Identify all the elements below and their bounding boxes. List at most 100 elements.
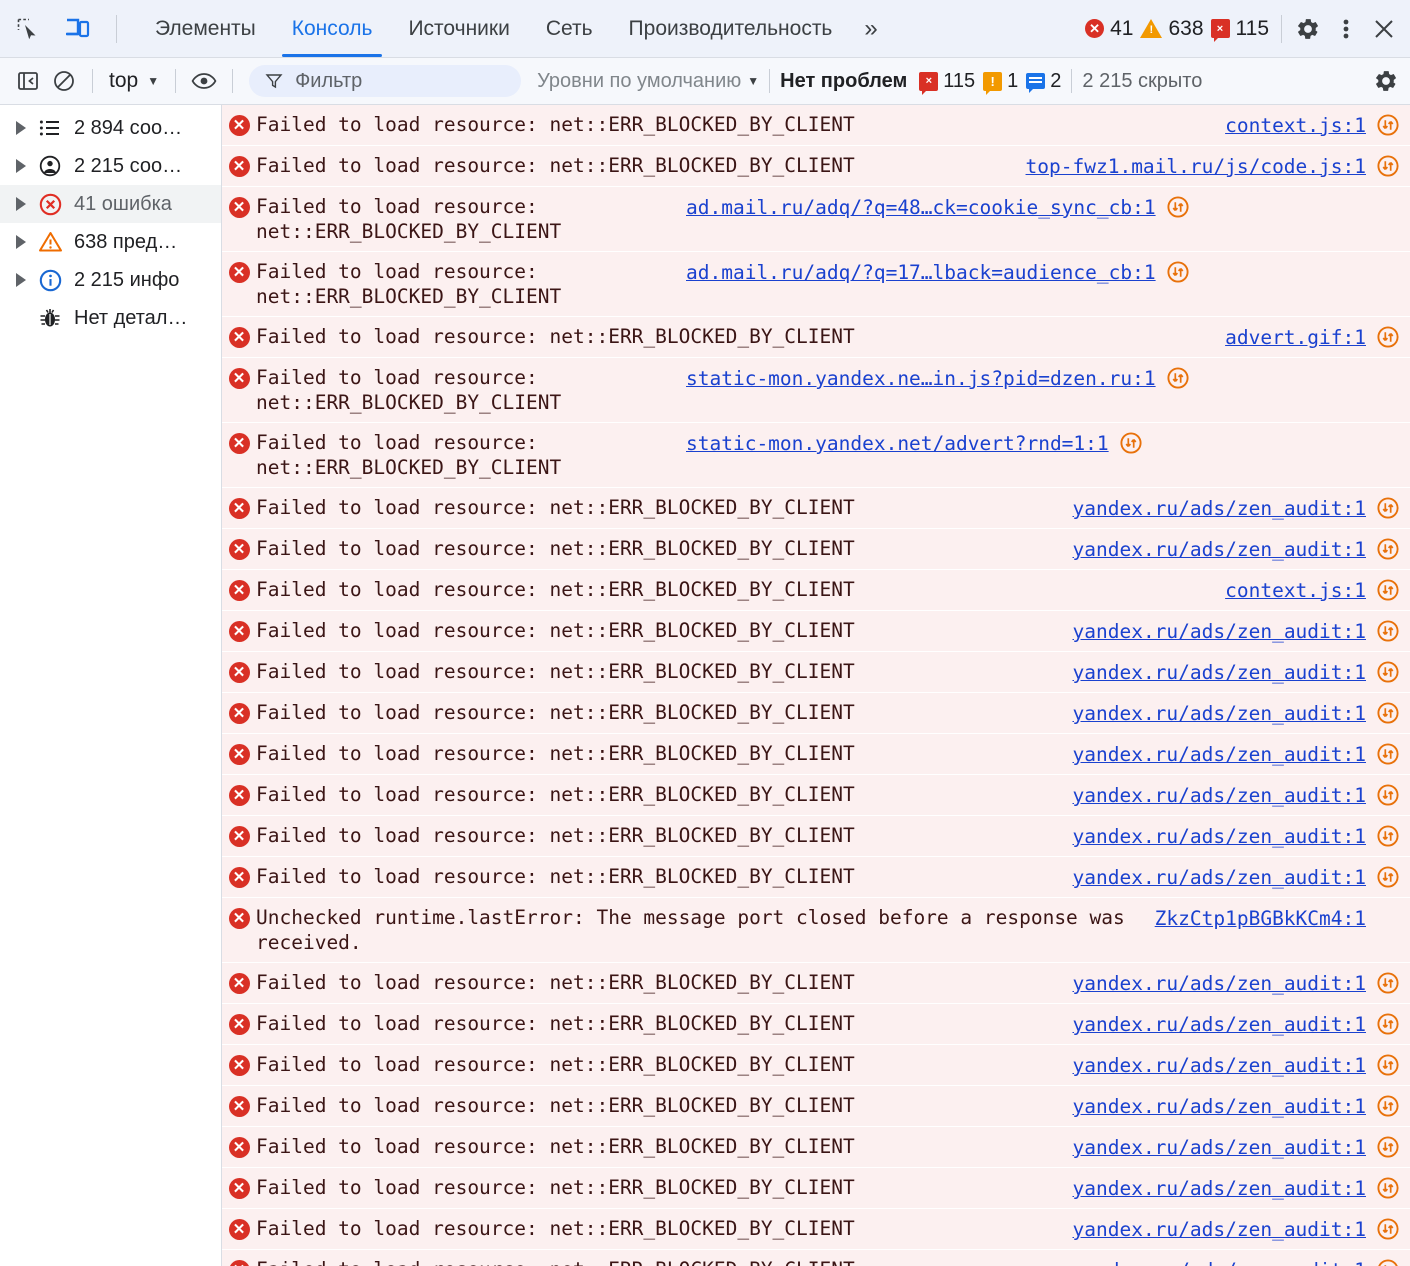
source-link[interactable]: static-mon.yandex.net/advert?rnd=1:1 — [686, 431, 1109, 456]
network-request-icon[interactable] — [1376, 496, 1400, 520]
network-request-icon[interactable] — [1166, 195, 1190, 219]
sidebar-item-verbose[interactable]: Нет детал… — [0, 299, 221, 337]
network-request-icon[interactable] — [1166, 260, 1190, 284]
expand-triangle-icon[interactable] — [16, 197, 26, 211]
console-message-row[interactable]: ✕Failed to load resource: net::ERR_BLOCK… — [222, 1250, 1410, 1266]
source-link[interactable]: yandex.ru/ads/zen_audit:1 — [1073, 1217, 1367, 1242]
log-levels-selector[interactable]: Уровни по умолчанию ▼ — [537, 70, 759, 93]
console-message-row[interactable]: ✕Failed to load resource: net::ERR_BLOCK… — [222, 1168, 1410, 1209]
source-link[interactable]: yandex.ru/ads/zen_audit:1 — [1073, 865, 1367, 890]
console-message-row[interactable]: ✕Failed to load resource: net::ERR_BLOCK… — [222, 1004, 1410, 1045]
console-message-row[interactable]: ✕Failed to load resource: net::ERR_BLOCK… — [222, 488, 1410, 529]
network-request-icon[interactable] — [1376, 154, 1400, 178]
source-link[interactable]: context.js:1 — [1225, 113, 1366, 138]
source-link[interactable]: yandex.ru/ads/zen_audit:1 — [1073, 660, 1367, 685]
sidebar-toggle-icon[interactable] — [10, 63, 46, 99]
console-message-row[interactable]: ✕Failed to load resource: net::ERR_BLOCK… — [222, 963, 1410, 1004]
expand-triangle-icon[interactable] — [16, 159, 26, 173]
source-link[interactable]: top-fwz1.mail.ru/js/code.js:1 — [1026, 154, 1366, 179]
source-link[interactable]: yandex.ru/ads/zen_audit:1 — [1073, 1012, 1367, 1037]
sidebar-item-all-messages[interactable]: 2 894 соо… — [0, 109, 221, 147]
network-request-icon[interactable] — [1376, 325, 1400, 349]
console-message-row[interactable]: ✕Failed to load resource: net::ERR_BLOCK… — [222, 358, 1410, 423]
source-link[interactable]: yandex.ru/ads/zen_audit:1 — [1073, 1258, 1367, 1266]
network-request-icon[interactable] — [1376, 906, 1400, 930]
tab-performance[interactable]: Производительность — [611, 0, 851, 57]
source-link[interactable]: yandex.ru/ads/zen_audit:1 — [1073, 1135, 1367, 1160]
error-counter[interactable]: ✕ 41 — [1085, 17, 1133, 41]
network-request-icon[interactable] — [1376, 1094, 1400, 1118]
tab-elements[interactable]: Элементы — [137, 0, 274, 57]
tab-sources[interactable]: Источники — [390, 0, 527, 57]
network-request-icon[interactable] — [1376, 537, 1400, 561]
console-message-list[interactable]: ✕Failed to load resource: net::ERR_BLOCK… — [222, 105, 1410, 1266]
console-message-row[interactable]: ✕Failed to load resource: net::ERR_BLOCK… — [222, 570, 1410, 611]
more-options-kebab-icon[interactable] — [1328, 11, 1364, 47]
network-request-icon[interactable] — [1376, 971, 1400, 995]
console-message-row[interactable]: ✕Unchecked runtime.lastError: The messag… — [222, 898, 1410, 963]
console-message-row[interactable]: ✕Failed to load resource: net::ERR_BLOCK… — [222, 1127, 1410, 1168]
network-request-icon[interactable] — [1376, 783, 1400, 807]
inspect-cursor-icon[interactable] — [10, 11, 46, 47]
source-link[interactable]: yandex.ru/ads/zen_audit:1 — [1073, 1176, 1367, 1201]
console-message-row[interactable]: ✕Failed to load resource: net::ERR_BLOCK… — [222, 1209, 1410, 1250]
source-link[interactable]: yandex.ru/ads/zen_audit:1 — [1073, 742, 1367, 767]
console-message-row[interactable]: ✕Failed to load resource: net::ERR_BLOCK… — [222, 423, 1410, 488]
network-request-icon[interactable] — [1376, 1258, 1400, 1266]
network-request-icon[interactable] — [1376, 1053, 1400, 1077]
console-message-row[interactable]: ✕Failed to load resource: net::ERR_BLOCK… — [222, 693, 1410, 734]
issues-error-count[interactable]: × 115 — [919, 70, 975, 93]
tab-console[interactable]: Консоль — [274, 0, 391, 57]
issues-status-label[interactable]: Нет проблем — [780, 70, 907, 93]
expand-triangle-icon[interactable] — [16, 121, 26, 135]
expand-triangle-icon[interactable] — [16, 273, 26, 287]
device-toolbar-icon[interactable] — [60, 11, 96, 47]
network-request-icon[interactable] — [1376, 742, 1400, 766]
console-message-row[interactable]: ✕Failed to load resource: net::ERR_BLOCK… — [222, 1045, 1410, 1086]
console-message-row[interactable]: ✕Failed to load resource: net::ERR_BLOCK… — [222, 652, 1410, 693]
source-link[interactable]: ad.mail.ru/adq/?q=48…ck=cookie_sync_cb:1 — [686, 195, 1156, 220]
source-link[interactable]: yandex.ru/ads/zen_audit:1 — [1073, 619, 1367, 644]
source-link[interactable]: yandex.ru/ads/zen_audit:1 — [1073, 1053, 1367, 1078]
gear-icon[interactable] — [1290, 11, 1326, 47]
console-message-row[interactable]: ✕Failed to load resource: net::ERR_BLOCK… — [222, 816, 1410, 857]
network-request-icon[interactable] — [1376, 113, 1400, 137]
issues-counter[interactable]: × 115 — [1211, 17, 1269, 41]
source-link[interactable]: yandex.ru/ads/zen_audit:1 — [1073, 824, 1367, 849]
issues-warning-count[interactable]: ! 1 — [983, 70, 1018, 93]
warning-counter[interactable]: 638 — [1140, 17, 1203, 41]
network-request-icon[interactable] — [1376, 578, 1400, 602]
sidebar-item-user-messages[interactable]: 2 215 соо… — [0, 147, 221, 185]
console-message-row[interactable]: ✕Failed to load resource: net::ERR_BLOCK… — [222, 317, 1410, 358]
network-request-icon[interactable] — [1376, 1135, 1400, 1159]
source-link[interactable]: yandex.ru/ads/zen_audit:1 — [1073, 783, 1367, 808]
network-request-icon[interactable] — [1376, 1176, 1400, 1200]
console-message-row[interactable]: ✕Failed to load resource: net::ERR_BLOCK… — [222, 252, 1410, 317]
live-expression-eye-icon[interactable] — [186, 63, 222, 99]
network-request-icon[interactable] — [1119, 431, 1143, 455]
expand-triangle-icon[interactable] — [16, 235, 26, 249]
filter-input[interactable]: Фильтр — [249, 65, 521, 97]
source-link[interactable]: yandex.ru/ads/zen_audit:1 — [1073, 1094, 1367, 1119]
console-settings-gear-icon[interactable] — [1368, 63, 1404, 99]
console-message-row[interactable]: ✕Failed to load resource: net::ERR_BLOCK… — [222, 734, 1410, 775]
source-link[interactable]: context.js:1 — [1225, 578, 1366, 603]
network-request-icon[interactable] — [1376, 701, 1400, 725]
source-link[interactable]: yandex.ru/ads/zen_audit:1 — [1073, 496, 1367, 521]
network-request-icon[interactable] — [1376, 824, 1400, 848]
source-link[interactable]: advert.gif:1 — [1225, 325, 1366, 350]
source-link[interactable]: static-mon.yandex.ne…in.js?pid=dzen.ru:1 — [686, 366, 1156, 391]
console-message-row[interactable]: ✕Failed to load resource: net::ERR_BLOCK… — [222, 611, 1410, 652]
sidebar-item-errors[interactable]: 41 ошибка — [0, 185, 221, 223]
issues-info-count[interactable]: 2 — [1026, 70, 1061, 93]
close-icon[interactable] — [1366, 11, 1402, 47]
console-message-row[interactable]: ✕Failed to load resource: net::ERR_BLOCK… — [222, 105, 1410, 146]
console-message-row[interactable]: ✕Failed to load resource: net::ERR_BLOCK… — [222, 529, 1410, 570]
console-message-row[interactable]: ✕Failed to load resource: net::ERR_BLOCK… — [222, 857, 1410, 898]
network-request-icon[interactable] — [1376, 865, 1400, 889]
network-request-icon[interactable] — [1376, 1012, 1400, 1036]
network-request-icon[interactable] — [1166, 366, 1190, 390]
source-link[interactable]: ad.mail.ru/adq/?q=17…lback=audience_cb:1 — [686, 260, 1156, 285]
console-message-row[interactable]: ✕Failed to load resource: net::ERR_BLOCK… — [222, 775, 1410, 816]
network-request-icon[interactable] — [1376, 619, 1400, 643]
